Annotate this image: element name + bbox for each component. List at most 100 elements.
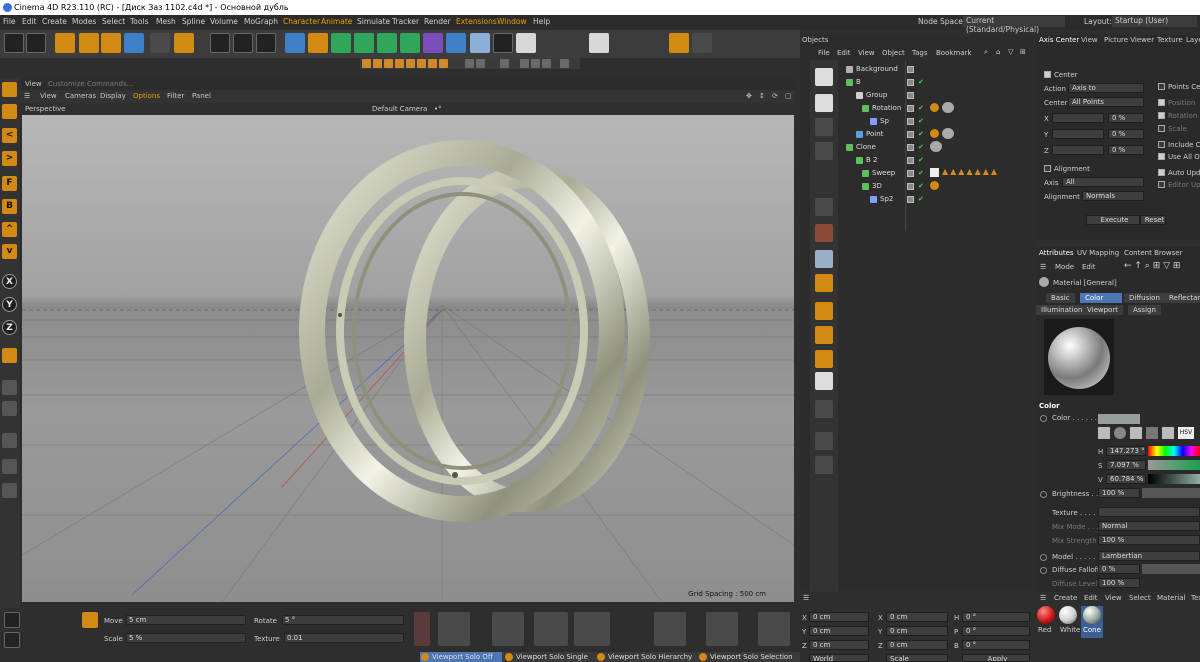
phong-tag-icon[interactable] — [930, 129, 939, 138]
move-view-icon[interactable]: ✥ — [746, 92, 752, 100]
scale-checkbox[interactable] — [1158, 125, 1165, 132]
material-cone[interactable]: Cone — [1081, 606, 1103, 638]
mtab-basic[interactable]: Basic — [1046, 293, 1075, 303]
keyframe-icon[interactable] — [438, 612, 470, 646]
enable-check-icon[interactable]: ✔ — [918, 78, 924, 86]
enable-check-icon[interactable]: ✔ — [918, 169, 924, 177]
enable-check-icon[interactable]: ✔ — [918, 117, 924, 125]
workplane-mode-icon[interactable] — [2, 348, 17, 363]
scale-icon[interactable] — [101, 33, 121, 53]
fcurve-icon[interactable] — [706, 612, 738, 646]
wheel-mode-icon[interactable] — [1098, 427, 1110, 439]
info-icon[interactable] — [669, 33, 689, 53]
node-space-dropdown[interactable]: Current (Standard/Physical) — [963, 16, 1065, 34]
snap-guide-icon[interactable] — [439, 59, 448, 68]
rotate-view-icon[interactable]: ⟳ — [772, 92, 778, 100]
falloff-animate-dot[interactable] — [1040, 567, 1047, 574]
axis-dropdown[interactable]: All — [1062, 177, 1144, 187]
material-tag-icon[interactable] — [930, 141, 942, 152]
attributes-edit-menu[interactable]: Edit — [1082, 263, 1096, 271]
viewport-solo-hierarchy[interactable]: Viewport Solo Hierarchy — [596, 652, 696, 662]
light-icon[interactable] — [516, 33, 536, 53]
model-toggle-f[interactable]: F — [2, 176, 17, 191]
menu-spline[interactable]: Spline — [182, 17, 205, 26]
visibility-toggle[interactable] — [907, 118, 914, 125]
cube-icon[interactable] — [285, 33, 305, 53]
materials-menu-icon[interactable]: ☰ — [1040, 594, 1046, 602]
x-slider[interactable] — [1052, 113, 1104, 123]
viewport-menu-options[interactable]: Options — [133, 92, 160, 100]
position-checkbox[interactable] — [1158, 99, 1165, 106]
mat-menu-edit[interactable]: Edit — [1084, 594, 1098, 602]
mix-strength-input[interactable]: 100 % — [1098, 535, 1200, 545]
tab-content-browser[interactable]: Content Browser — [1124, 249, 1182, 257]
home-icon[interactable]: ⌂ — [996, 48, 1000, 56]
visibility-toggle[interactable] — [907, 170, 914, 177]
center-dropdown[interactable]: All Points — [1068, 97, 1144, 107]
object-row-b[interactable]: B — [846, 78, 861, 90]
visibility-toggle[interactable] — [907, 131, 914, 138]
z-percent-input[interactable]: 0 % — [1108, 145, 1144, 155]
mat-menu-create[interactable]: Create — [1054, 594, 1077, 602]
pos-y-input[interactable]: 0 cm — [809, 626, 869, 636]
cube-object-icon[interactable] — [815, 250, 833, 268]
material-tag-icon[interactable] — [942, 102, 954, 113]
visibility-toggle[interactable] — [907, 92, 914, 99]
model-animate-dot[interactable] — [1040, 554, 1047, 561]
coordinate-system-icon[interactable] — [174, 33, 194, 53]
menu-select[interactable]: Select — [102, 17, 125, 26]
visibility-toggle[interactable] — [907, 157, 914, 164]
menu-window[interactable]: Window — [497, 17, 527, 26]
enable-check-icon[interactable]: ✔ — [918, 143, 924, 151]
enable-check-icon[interactable]: ✔ — [918, 195, 924, 203]
soft-selection-icon[interactable] — [542, 59, 551, 68]
objects-menu-object[interactable]: Object — [882, 49, 905, 57]
quantize-toggle-icon[interactable] — [82, 612, 98, 628]
play-icon[interactable] — [492, 612, 524, 646]
redo-icon[interactable] — [26, 33, 46, 53]
object-row-rotation[interactable]: Rotation — [862, 104, 901, 116]
spectrum-mode-icon[interactable] — [1114, 427, 1126, 439]
mat-menu-select[interactable]: Select — [1129, 594, 1151, 602]
cloner-icon[interactable] — [400, 33, 420, 53]
viewport-solo-off[interactable]: Viewport Solo Off — [420, 652, 502, 662]
viewport-menu-cameras[interactable]: Cameras — [65, 92, 96, 100]
model-toggle-b[interactable]: B — [2, 199, 17, 214]
action-dropdown[interactable]: Axis to — [1068, 83, 1144, 93]
objects-menu-file[interactable]: File — [818, 49, 830, 57]
brightness-slider[interactable] — [1142, 488, 1200, 498]
color-swatch[interactable] — [1098, 414, 1140, 424]
snap-icon[interactable] — [362, 59, 371, 68]
snap-edge-icon[interactable] — [384, 59, 393, 68]
visibility-toggle[interactable] — [907, 105, 914, 112]
picture-mode-icon[interactable] — [1130, 427, 1142, 439]
live-selection-icon[interactable] — [55, 33, 75, 53]
snap-vertex-icon[interactable] — [373, 59, 382, 68]
menu-help[interactable]: Help — [533, 17, 550, 26]
object-row-group[interactable]: Group — [856, 91, 887, 103]
filter-icon[interactable]: ▽ — [1008, 48, 1013, 56]
size-x-input[interactable]: 0 cm — [886, 612, 948, 622]
object-row-sp[interactable]: Sp — [870, 117, 889, 129]
attributes-menu-icon[interactable]: ☰ — [1040, 263, 1046, 271]
hue-input[interactable]: 147.273 ° — [1106, 446, 1146, 456]
rotate-icon[interactable] — [124, 33, 144, 53]
brush-icon[interactable] — [2, 483, 17, 498]
subdivision-icon[interactable] — [331, 33, 351, 53]
snap-toggle-icon[interactable] — [4, 632, 20, 648]
saturation-slider[interactable] — [1148, 460, 1200, 470]
guide-icon[interactable] — [531, 59, 540, 68]
object-row-sweep[interactable]: Sweep — [862, 169, 895, 181]
mat-menu-view[interactable]: View — [1105, 594, 1122, 602]
use-all-objects-checkbox[interactable] — [1158, 153, 1165, 160]
model-dropdown[interactable]: Lambertian — [1098, 551, 1200, 561]
tab-axis-center[interactable]: Axis Center — [1039, 36, 1079, 44]
brightness-animate-dot[interactable] — [1040, 491, 1047, 498]
copy-icon[interactable] — [815, 94, 833, 112]
rotation-checkbox[interactable] — [1158, 112, 1165, 119]
pen-icon[interactable] — [308, 33, 328, 53]
z-slider[interactable] — [1052, 145, 1104, 155]
mat-menu-material[interactable]: Material — [1157, 594, 1185, 602]
align-workplane-icon[interactable] — [476, 59, 485, 68]
menu-render[interactable]: Render — [424, 17, 451, 26]
